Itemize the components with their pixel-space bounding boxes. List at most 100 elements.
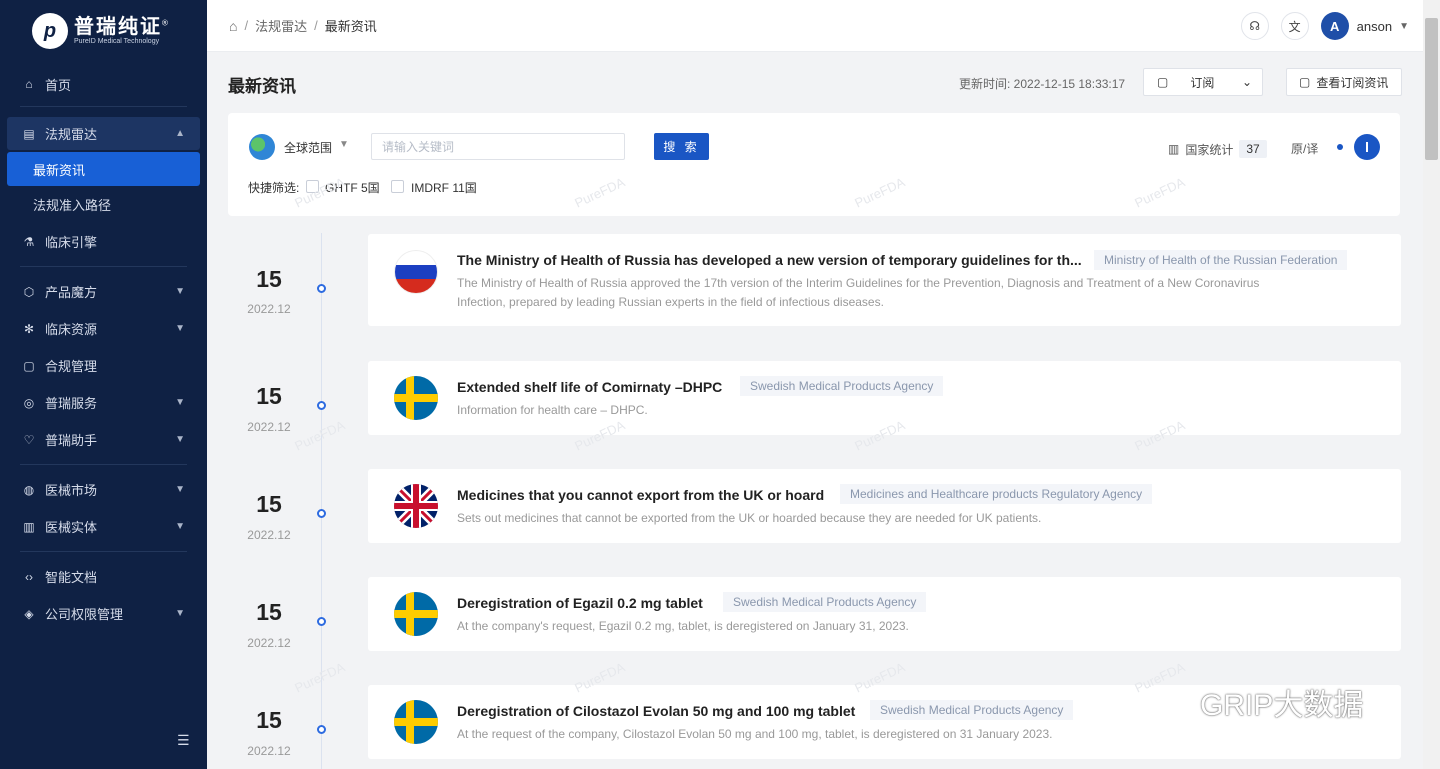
news-month: 2022.12 [247, 528, 291, 542]
update-time: 更新时间: 2022-12-15 18:33:17 [959, 77, 1126, 91]
breadcrumb-item[interactable]: 法规雷达 [255, 16, 307, 35]
scope-select[interactable]: 全球范围 [284, 139, 332, 156]
quick-filter-label: 快捷筛选: [248, 181, 300, 195]
news-month: 2022.12 [247, 636, 291, 650]
russia-flag-icon [394, 250, 438, 294]
top-bar: ⌂ / 法规雷达 / 最新资讯 ☊ 文 A anson ▼ [207, 0, 1423, 52]
news-title[interactable]: Extended shelf life of Comirnaty –DHPC [457, 379, 722, 395]
news-description: Information for health care – DHPC. [457, 403, 648, 417]
scrollbar-thumb[interactable] [1425, 18, 1438, 160]
sidebar-subitem-access-path[interactable]: 法规准入路径 [0, 186, 207, 223]
globe-icon: ◍ [23, 482, 35, 497]
sidebar-item-device-entity[interactable]: ▥ 医械实体 ▼ [0, 508, 207, 545]
sidebar: p 普瑞纯证® PureID Medical Technology ⌂ 首页 ▤… [0, 0, 207, 769]
flask-icon: ⚗ [23, 234, 35, 249]
news-agency: Ministry of Health of the Russian Federa… [1094, 250, 1348, 270]
translate-icon[interactable]: 文 [1280, 12, 1309, 40]
radar-icon: ▤ [23, 126, 35, 141]
compass-icon: ◎ [23, 395, 35, 410]
sidebar-item-label: 医械实体 [45, 520, 98, 535]
timeline-dot [317, 617, 326, 626]
divider [20, 551, 187, 552]
view-subscription-label: 查看订阅资讯 [1316, 75, 1389, 90]
sidebar-subitem-latest-news[interactable]: 最新资讯 [7, 152, 200, 186]
registered-mark: ® [162, 18, 170, 28]
collapse-sidebar-icon[interactable]: ☰ [177, 732, 190, 749]
sidebar-item-home[interactable]: ⌂ 首页 [0, 68, 207, 100]
wechat-icon [1140, 682, 1200, 722]
layers-icon: ◈ [24, 606, 34, 621]
chevron-down-icon: ▼ [175, 434, 185, 445]
scrollbar[interactable] [1423, 0, 1440, 769]
document-icon: ▢ [23, 358, 35, 373]
breadcrumb-current: 最新资讯 [324, 19, 377, 34]
sidebar-item-label: 普瑞助手 [45, 433, 98, 448]
news-card[interactable]: The Ministry of Health of Russia has dev… [368, 234, 1401, 326]
divider [20, 266, 187, 267]
support-headset-icon[interactable]: ☊ [1240, 12, 1269, 40]
chevron-down-icon[interactable]: ▼ [339, 139, 349, 150]
translate-toggle[interactable] [1331, 133, 1381, 161]
sidebar-item-product-cube[interactable]: ⬡ 产品魔方 ▼ [0, 273, 207, 310]
breadcrumb-separator: / [244, 18, 249, 33]
subscribe-label: 订阅 [1190, 75, 1215, 90]
sidebar-item-label: 公司权限管理 [45, 607, 124, 622]
page-title: 最新资讯 [228, 77, 296, 96]
logo-name: 普瑞纯证 [74, 16, 162, 39]
sidebar-item-regulatory-radar[interactable]: ▤ 法规雷达 ▲ [7, 117, 200, 150]
sweden-flag-icon [394, 700, 438, 744]
country-stats-count: 37 [1239, 140, 1267, 158]
logo-mark-icon: p [32, 13, 68, 49]
country-stats[interactable]: ▥ 国家统计 37 [1168, 140, 1267, 158]
search-input[interactable] [371, 133, 625, 160]
news-month: 2022.12 [247, 744, 291, 758]
sidebar-item-assistant[interactable]: ♡ 普瑞助手 ▼ [0, 421, 207, 458]
translate-toggle-label: 原/译 [1291, 142, 1319, 156]
filter-card: 全球范围 ▼ 搜 索 快捷筛选: GHTF 5国 IMDRF 11国 ▥ 国家统… [228, 113, 1400, 216]
sidebar-subitem-label: 法规准入路径 [33, 198, 112, 213]
news-title[interactable]: Deregistration of Cilostazol Evolan 50 m… [457, 703, 855, 719]
home-icon[interactable]: ⌂ [229, 18, 237, 34]
imdrf-label[interactable]: IMDRF 11国 [411, 179, 477, 196]
news-title[interactable]: Deregistration of Egazil 0.2 mg tablet [457, 595, 703, 611]
sidebar-item-clinical-resources[interactable]: ✻ 临床资源 ▼ [0, 310, 207, 347]
snowflake-icon: ✻ [23, 321, 35, 336]
news-title[interactable]: The Ministry of Health of Russia has dev… [457, 252, 1082, 268]
sidebar-item-device-market[interactable]: ◍ 医械市场 ▼ [0, 471, 207, 508]
chevron-down-icon: ⌄ [1241, 75, 1252, 89]
chevron-up-icon: ▲ [175, 128, 185, 139]
chevron-down-icon: ▼ [175, 286, 185, 297]
news-day: 15 [256, 707, 282, 733]
chevron-down-icon: ▼ [175, 484, 185, 495]
wechat-overlay: GRIP大数据 [1140, 680, 1363, 724]
news-card[interactable]: Medicines that you cannot export from th… [368, 469, 1401, 543]
subscribe-select[interactable]: ▢ 订阅 ⌄ [1143, 68, 1263, 96]
sidebar-item-label: 临床资源 [45, 322, 98, 337]
bar-chart-icon: ▥ [1168, 142, 1180, 156]
news-title[interactable]: Medicines that you cannot export from th… [457, 487, 824, 503]
news-day: 15 [256, 383, 282, 409]
sidebar-item-services[interactable]: ◎ 普瑞服务 ▼ [0, 384, 207, 421]
sidebar-item-clinical-engine[interactable]: ⚗ 临床引擎 [0, 223, 207, 260]
sidebar-item-permissions[interactable]: ◈ 公司权限管理 ▼ [0, 595, 207, 632]
user-name[interactable]: anson [1357, 19, 1392, 34]
search-button[interactable]: 搜 索 [654, 133, 709, 160]
avatar[interactable]: A [1320, 12, 1349, 40]
sidebar-item-label: 产品魔方 [45, 285, 98, 300]
news-card[interactable]: Deregistration of Egazil 0.2 mg tablet S… [368, 577, 1401, 651]
sidebar-item-label: 合规管理 [45, 359, 98, 374]
news-month: 2022.12 [247, 420, 291, 434]
subscribe-icon: ▢ [1157, 75, 1169, 89]
chevron-down-icon[interactable]: ▼ [1399, 21, 1409, 32]
divider [20, 106, 187, 107]
cube-icon: ⬡ [23, 284, 35, 299]
news-agency: Swedish Medical Products Agency [740, 376, 944, 396]
sidebar-item-compliance[interactable]: ▢ 合规管理 [0, 347, 207, 384]
view-subscription-button[interactable]: ▢ 查看订阅资讯 [1286, 68, 1402, 96]
logo[interactable]: p 普瑞纯证® PureID Medical Technology [0, 0, 207, 62]
sidebar-item-smart-docs[interactable]: ‹› 智能文档 [0, 558, 207, 595]
imdrf-checkbox[interactable] [391, 180, 404, 193]
chevron-down-icon: ▼ [175, 608, 185, 619]
news-day: 15 [256, 599, 282, 625]
news-day: 15 [256, 491, 282, 517]
